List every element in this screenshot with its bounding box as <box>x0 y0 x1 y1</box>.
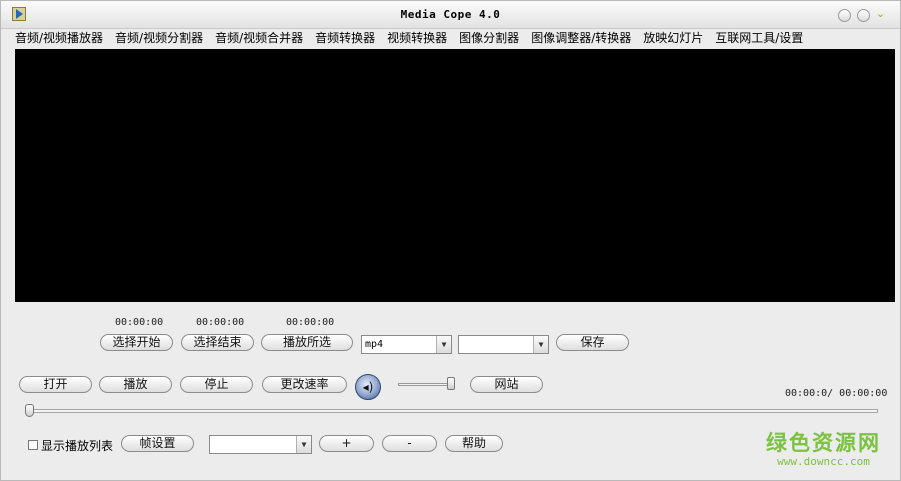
menu-av-player[interactable]: 音频/视频播放器 <box>9 29 109 47</box>
volume-slider-track[interactable] <box>398 383 454 386</box>
menu-audio-converter[interactable]: 音频转换器 <box>309 29 381 47</box>
minus-button[interactable]: - <box>382 435 437 452</box>
menu-internet-tools[interactable]: 互联网工具/设置 <box>709 29 809 47</box>
open-button[interactable]: 打开 <box>19 376 92 393</box>
website-button[interactable]: 网站 <box>470 376 543 393</box>
menu-av-merger[interactable]: 音频/视频合并器 <box>209 29 309 47</box>
select-start-button[interactable]: 选择开始 <box>100 334 173 351</box>
window-title: Media Cope 4.0 <box>400 8 501 21</box>
watermark-url: www.downcc.com <box>777 455 870 468</box>
format-select[interactable]: mp4 ▼ <box>361 335 452 354</box>
play-button[interactable]: 播放 <box>99 376 172 393</box>
change-speed-button[interactable]: 更改速率 <box>262 376 347 393</box>
play-selection-button[interactable]: 播放所选 <box>261 334 353 351</box>
stop-button[interactable]: 停止 <box>180 376 253 393</box>
select-end-button[interactable]: 选择结束 <box>181 334 254 351</box>
minimize-button[interactable] <box>838 9 851 22</box>
dropdown-arrow-icon: ▼ <box>533 336 548 353</box>
menu-image-splitter[interactable]: 图像分割器 <box>453 29 525 47</box>
format-option-select[interactable]: ▼ <box>458 335 549 354</box>
seek-bar-thumb[interactable] <box>25 404 34 417</box>
format-select-value: mp4 <box>365 339 384 350</box>
watermark-title: 绿色资源网 <box>766 431 881 455</box>
play-selection-time-label: 00:00:00 <box>286 317 335 328</box>
menu-slideshow[interactable]: 放映幻灯片 <box>637 29 709 47</box>
maximize-button[interactable] <box>857 9 870 22</box>
start-time-label: 00:00:00 <box>115 317 164 328</box>
frame-select[interactable]: ▼ <box>209 435 312 454</box>
watermark: 绿色资源网 www.downcc.com <box>766 431 881 469</box>
menu-video-converter[interactable]: 视频转换器 <box>381 29 453 47</box>
menu-bar: 音频/视频播放器 音频/视频分割器 音频/视频合并器 音频转换器 视频转换器 图… <box>9 29 809 47</box>
plus-button[interactable]: + <box>319 435 374 452</box>
volume-slider-thumb[interactable] <box>447 377 455 390</box>
speaker-icon[interactable]: ◂) <box>355 374 381 400</box>
help-button[interactable]: 帮助 <box>445 435 503 452</box>
show-playlist-checkbox[interactable] <box>28 440 38 450</box>
menu-image-resizer[interactable]: 图像调整器/转换器 <box>525 29 637 47</box>
time-display: 00:00:0/ 00:00:00 <box>785 388 888 399</box>
frame-settings-button[interactable]: 帧设置 <box>121 435 194 452</box>
show-playlist-label[interactable]: 显示播放列表 <box>41 437 113 454</box>
save-button[interactable]: 保存 <box>556 334 629 351</box>
video-display[interactable] <box>15 49 895 302</box>
title-bar: Media Cope 4.0 ⌄ <box>1 1 900 29</box>
app-window: Media Cope 4.0 ⌄ 音频/视频播放器 音频/视频分割器 音频/视频… <box>0 0 901 481</box>
close-chevron-icon[interactable]: ⌄ <box>875 8 886 19</box>
dropdown-arrow-icon: ▼ <box>296 436 311 453</box>
dropdown-arrow-icon: ▼ <box>436 336 451 353</box>
menu-av-splitter[interactable]: 音频/视频分割器 <box>109 29 209 47</box>
seek-bar-track[interactable] <box>29 409 878 413</box>
end-time-label: 00:00:00 <box>196 317 245 328</box>
